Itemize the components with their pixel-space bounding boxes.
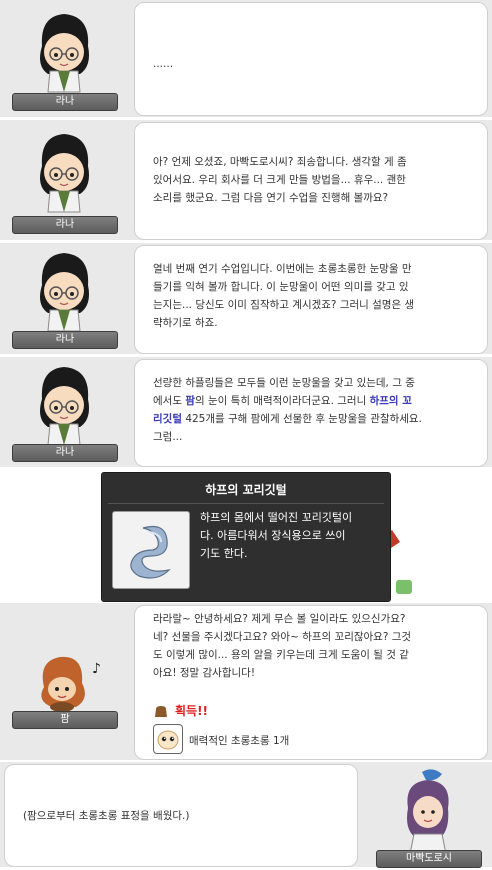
dialog-panel-pam: ♪ 팜 라라랄~ 안녕하세요? 제게 무슨 볼 일이라도 있으신가요? 네? 선…	[0, 603, 492, 760]
dialog-panel-1: 라나 ......	[0, 0, 492, 117]
expression-item-icon-box	[153, 724, 183, 754]
npc-name-tag: 라나	[12, 93, 118, 111]
dialog-bubble: 선량한 하플링들은 모두들 이런 눈망울을 갖고 있는데, 그 중 에서도 팜의…	[134, 359, 488, 467]
pam-name-tag: 팜	[12, 711, 118, 729]
reward-item-row: 매력적인 초롱초롱 1개	[153, 724, 403, 754]
tooltip-divider	[108, 503, 384, 504]
feather-icon	[130, 525, 171, 579]
dialog-bubble: 아? 언제 오셨죠, 마빡도로시씨? 죄송합니다. 생각할 게 좀 있어서요. …	[134, 122, 488, 240]
bag-icon	[155, 706, 167, 717]
dialog-text: 아? 언제 오셨죠, 마빡도로시씨? 죄송합니다. 생각할 게 좀 있어서요. …	[153, 156, 407, 204]
reward-label: 획득!!	[175, 704, 209, 718]
dialog-bubble: 열네 번째 연기 수업입니다. 이번에는 초롱초롱한 눈망울 만 들기를 익혀 …	[134, 245, 488, 354]
dialog-text-part: 의 눈이 특히 매력적이라더군요. 그러니	[195, 395, 370, 407]
dialog-panel-3: 라나 열네 번째 연기 수업입니다. 이번에는 초롱초롱한 눈망울 만 들기를 …	[0, 243, 492, 354]
dialog-text: 선량한 하플링들은 모두들 이런 눈망울을 갖고 있는데, 그 중 에서도 팜의…	[153, 374, 477, 446]
svg-text:♪: ♪	[92, 661, 101, 677]
pam-avatar: ♪	[41, 656, 101, 712]
npc-name-tag: 라나	[12, 216, 118, 234]
dialog-bubble: 라라랄~ 안녕하세요? 제게 무슨 볼 일이라도 있으신가요? 네? 선물을 주…	[134, 605, 488, 760]
pam-dialog-text: 라라랄~ 안녕하세요? 제게 무슨 볼 일이라도 있으신가요? 네? 선물을 주…	[153, 613, 412, 679]
item-tooltip: 하프의 꼬리깃털 하프의 몸에서 떨어진 꼬리깃털이 다. 아름다워서 장식용으…	[101, 472, 391, 602]
npc-name-tag: 라나	[12, 444, 118, 462]
dialog-bubble: (팜으로부터 초롱초롱 표정을 배웠다.)	[4, 764, 358, 867]
dialog-text: 열네 번째 연기 수업입니다. 이번에는 초롱초롱한 눈망울 만 들기를 익혀 …	[153, 263, 415, 329]
player-name-tag: 마빡도로시	[376, 850, 482, 868]
highlight-pam: 팜	[185, 395, 195, 407]
dialog-panel-player: (팜으로부터 초롱초롱 표정을 배웠다.) 마빡도로시	[0, 762, 492, 868]
tooltip-description: 하프의 몸에서 떨어진 꼬리깃털이 다. 아름다워서 장식용으로 쓰이 기도 한…	[200, 511, 353, 560]
tooltip-title: 하프의 꼬리깃털	[205, 483, 287, 497]
reward-item-text: 매력적인 초롱초롱 1개	[189, 735, 290, 747]
dialog-text: ......	[153, 58, 174, 70]
dialog-text-part: 425개를 구해 팜에게 선물한 후 눈망울을 관찰하세요. 그럼...	[153, 413, 422, 443]
dialog-panel-4: 라나 선량한 하플링들은 모두들 이런 눈망울을 갖고 있는데, 그 중 에서도…	[0, 357, 492, 467]
dialog-panel-2: 라나 아? 언제 오셨죠, 마빡도로시씨? 죄송합니다. 생각할 게 좀 있어서…	[0, 120, 492, 240]
pam-portrait: ♪	[0, 603, 128, 760]
sparkling-eyes-icon	[157, 730, 179, 750]
npc-name-tag: 라나	[12, 331, 118, 349]
dialog-bubble: ......	[134, 2, 488, 116]
tooltip-item-icon-box	[112, 511, 190, 589]
player-dialog-text: (팜으로부터 초롱초롱 표정을 배웠다.)	[23, 810, 190, 822]
